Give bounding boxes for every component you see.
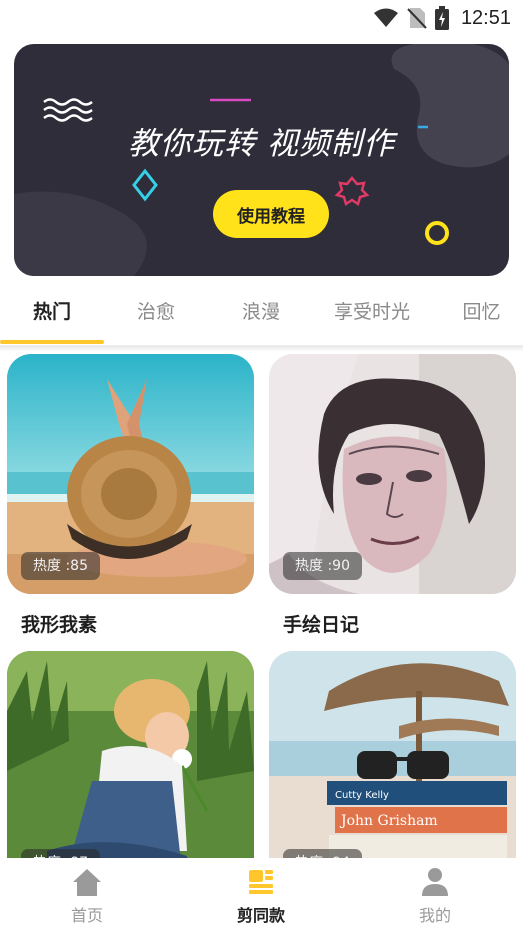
template-icon xyxy=(249,870,273,894)
tutorial-button[interactable]: 使用教程 xyxy=(213,190,329,238)
bottom-navigation: 首页 剪同款 我的 xyxy=(0,858,523,931)
banner-title: 教你玩转 视频制作 xyxy=(128,126,395,162)
tab-memories[interactable]: 回忆 xyxy=(440,290,523,346)
battery-charging-icon xyxy=(434,6,449,30)
svg-text:Cutty Kelly: Cutty Kelly xyxy=(335,790,389,801)
tab-enjoy-time[interactable]: 享受时光 xyxy=(314,290,430,346)
nav-label: 我的 xyxy=(418,906,451,925)
heat-badge: 热度 :90 xyxy=(283,552,362,580)
tab-healing[interactable]: 治愈 xyxy=(104,290,208,346)
status-icons: 12:51 xyxy=(373,6,511,30)
tutorial-banner[interactable]: 教你玩转 视频制作 使用教程 xyxy=(14,44,509,276)
nav-label: 剪同款 xyxy=(236,906,285,925)
nav-template[interactable]: 剪同款 xyxy=(201,858,321,931)
active-tab-indicator xyxy=(0,340,104,344)
home-icon xyxy=(73,869,101,896)
category-tabs: 热门 治愈 浪漫 享受时光 回忆 xyxy=(0,290,523,346)
status-time: 12:51 xyxy=(460,6,511,29)
nav-label: 首页 xyxy=(70,906,103,925)
card-title: 我形我素 xyxy=(21,614,98,636)
tab-hot[interactable]: 热门 xyxy=(0,290,104,346)
tab-romantic[interactable]: 浪漫 xyxy=(208,290,314,346)
svg-text:John Grisham: John Grisham xyxy=(339,813,438,829)
nav-profile[interactable]: 我的 xyxy=(375,858,495,931)
status-bar: 12:51 xyxy=(0,0,523,36)
card-title: 手绘日记 xyxy=(283,614,360,636)
nav-home[interactable]: 首页 xyxy=(27,858,147,931)
no-sim-icon xyxy=(407,8,427,29)
heat-badge: 热度 :85 xyxy=(21,552,100,580)
profile-icon xyxy=(422,868,448,896)
tabs-divider xyxy=(0,346,523,352)
wifi-icon xyxy=(373,8,398,27)
